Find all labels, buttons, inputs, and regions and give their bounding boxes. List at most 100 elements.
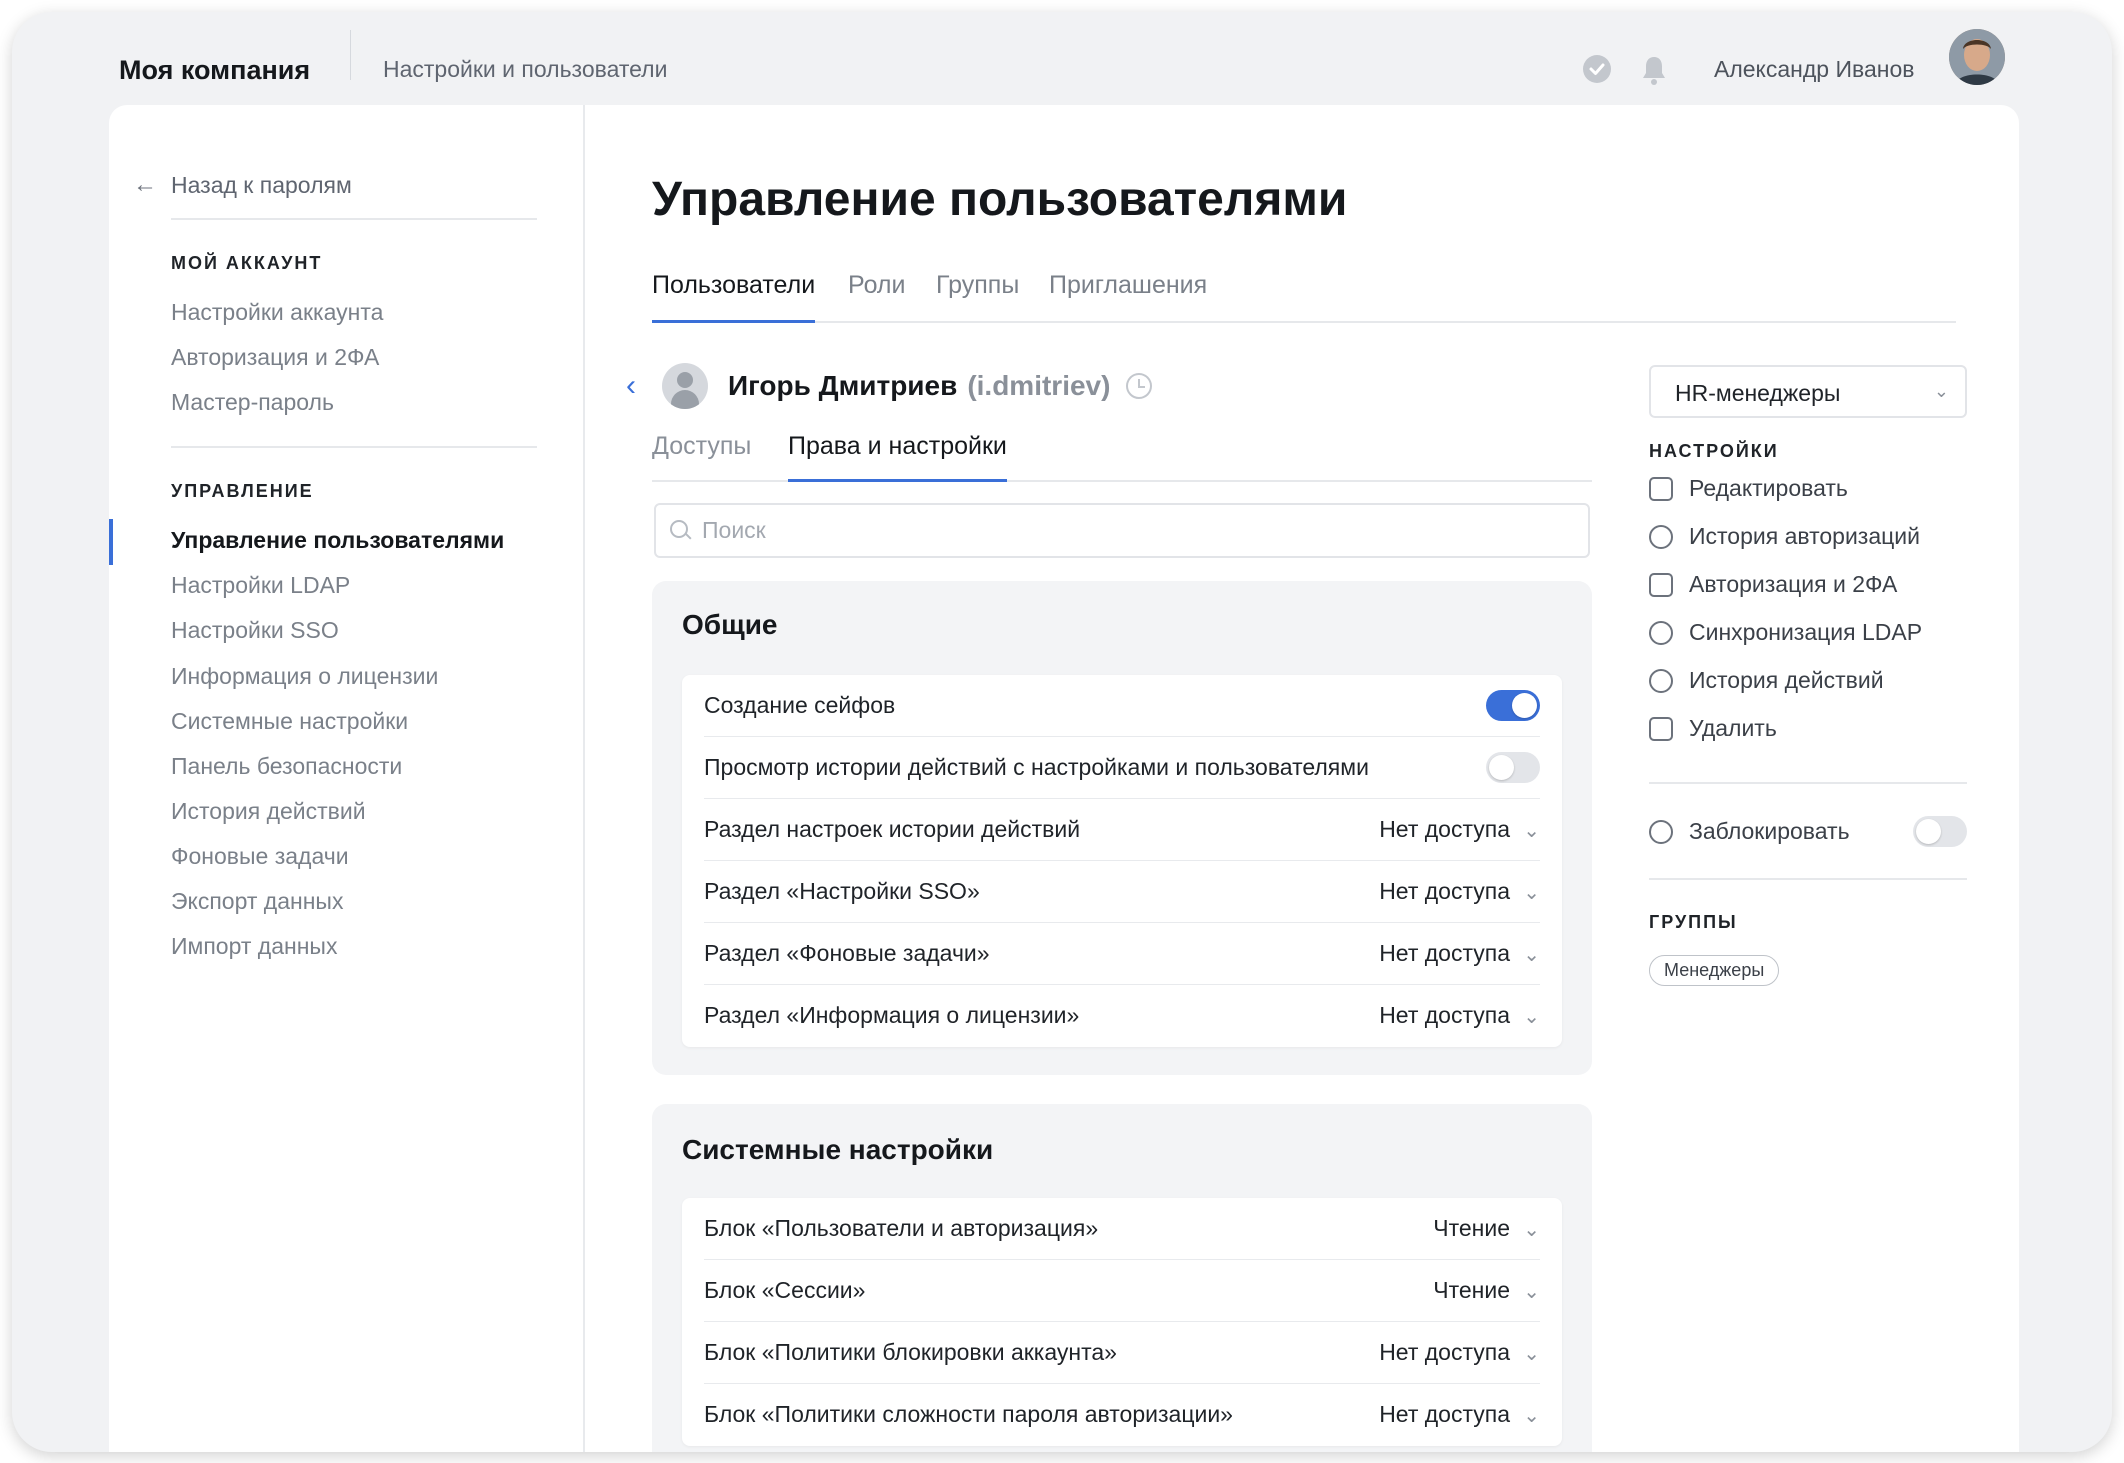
chevron-down-icon[interactable]: ⌄ — [1523, 1403, 1540, 1428]
action-label: Редактировать — [1689, 475, 1848, 501]
permission-value[interactable]: Нет доступа — [1379, 816, 1510, 843]
chevron-down-icon[interactable]: ⌄ — [1523, 1341, 1540, 1366]
company-name[interactable]: Моя компания — [119, 55, 310, 86]
trash-icon — [1649, 716, 1673, 741]
sidebar-item-security-panel[interactable]: Панель безопасности — [171, 753, 402, 780]
permission-value[interactable]: Чтение — [1433, 1277, 1510, 1304]
permission-label: Раздел «Фоновые задачи» — [704, 940, 990, 966]
user-avatar — [662, 363, 708, 409]
user-login: (i.dmitriev) — [967, 370, 1111, 401]
permission-value[interactable]: Нет доступа — [1379, 940, 1510, 967]
block-user-row: Заблокировать — [1649, 818, 1850, 845]
permission-row[interactable]: Раздел «Информация о лицензии» Нет досту… — [704, 985, 1540, 1047]
permissions-group-system: Системные настройки Блок «Пользователи и… — [652, 1104, 1592, 1452]
chevron-down-icon[interactable]: ⌄ — [1523, 1217, 1540, 1242]
tab-roles[interactable]: Роли — [848, 271, 905, 323]
sidebar-item-data-import[interactable]: Импорт данных — [171, 933, 337, 960]
action-label: Авторизация и 2ФА — [1689, 571, 1898, 597]
sidebar-item-user-management[interactable]: Управление пользователями — [171, 527, 504, 554]
permission-value[interactable]: Нет доступа — [1379, 878, 1510, 905]
permission-value[interactable]: Чтение — [1433, 1215, 1510, 1242]
permission-label: Раздел «Информация о лицензии» — [704, 1002, 1080, 1028]
permission-row[interactable]: Блок «Политики блокировки аккаунта» Нет … — [704, 1322, 1540, 1384]
permission-row: Просмотр истории действий с настройками … — [704, 737, 1540, 799]
auth-2fa-action[interactable]: Авторизация и 2ФА — [1649, 571, 1897, 598]
sidebar-item-auth-2fa[interactable]: Авторизация и 2ФА — [171, 344, 379, 371]
main-card: ← Назад к паролям МОЙ АККАУНТ Настройки … — [109, 105, 2019, 1452]
permission-value[interactable]: Нет доступа — [1379, 1401, 1510, 1428]
permission-row[interactable]: Блок «Пользователи и авторизация» Чтение… — [704, 1198, 1540, 1260]
sidebar-item-license[interactable]: Информация о лицензии — [171, 663, 438, 690]
search-input[interactable] — [702, 517, 1562, 544]
permissions-list: Блок «Пользователи и авторизация» Чтение… — [682, 1198, 1562, 1446]
sidebar-item-sso[interactable]: Настройки SSO — [171, 617, 339, 644]
current-user-name[interactable]: Александр Иванов — [1714, 56, 1914, 83]
search-icon — [670, 519, 692, 542]
back-to-passwords-link[interactable]: ← Назад к паролям — [133, 171, 352, 199]
block-label: Заблокировать — [1689, 818, 1850, 844]
auth-history-action[interactable]: История авторизаций — [1649, 523, 1920, 550]
bell-icon[interactable] — [1639, 54, 1669, 86]
app-window: Моя компания Настройки и пользователи Ал… — [12, 12, 2112, 1452]
tab-users[interactable]: Пользователи — [652, 271, 816, 323]
sidebar-item-background-tasks[interactable]: Фоновые задачи — [171, 843, 349, 870]
permission-label: Создание сейфов — [704, 692, 896, 718]
tab-invitations[interactable]: Приглашения — [1049, 271, 1207, 323]
group-title: Общие — [682, 609, 778, 640]
avatar[interactable] — [1949, 29, 2005, 85]
sidebar-item-action-history[interactable]: История действий — [171, 798, 366, 825]
clock-icon — [1649, 668, 1673, 693]
action-label: История авторизаций — [1689, 523, 1920, 549]
permission-toggle[interactable] — [1486, 752, 1540, 783]
action-label: Синхронизация LDAP — [1689, 619, 1923, 645]
role-select[interactable]: HR-менеджеры ⌄ — [1649, 365, 1967, 418]
chevron-down-icon[interactable]: ⌄ — [1523, 1279, 1540, 1304]
section-title: Настройки и пользователи — [383, 56, 668, 82]
subtab-rights-settings[interactable]: Права и настройки — [788, 432, 1007, 482]
block-toggle[interactable] — [1913, 816, 1967, 847]
action-label: История действий — [1689, 667, 1884, 693]
delete-action[interactable]: Удалить — [1649, 715, 1777, 742]
chevron-down-icon[interactable]: ⌄ — [1523, 880, 1540, 905]
tab-groups[interactable]: Группы — [936, 271, 1019, 323]
group-chip[interactable]: Менеджеры — [1649, 955, 1780, 986]
action-history-action[interactable]: История действий — [1649, 667, 1884, 694]
settings-heading: НАСТРОЙКИ — [1649, 441, 1779, 461]
sidebar-divider — [171, 218, 537, 220]
chevron-down-icon[interactable]: ⌄ — [1523, 1004, 1540, 1029]
permission-row[interactable]: Раздел «Фоновые задачи» Нет доступа ⌄ — [704, 923, 1540, 985]
sidebar-item-data-export[interactable]: Экспорт данных — [171, 888, 343, 915]
permission-label: Блок «Политики сложности пароля авториза… — [704, 1401, 1233, 1427]
sidebar-item-account-settings[interactable]: Настройки аккаунта — [171, 299, 383, 326]
permissions-group-general: Общие Создание сейфов Просмотр истории д… — [652, 581, 1592, 1075]
clock-icon[interactable] — [1126, 373, 1153, 399]
permission-row[interactable]: Раздел «Настройки SSO» Нет доступа ⌄ — [704, 861, 1540, 923]
permission-value[interactable]: Нет доступа — [1379, 1339, 1510, 1366]
groups-heading: ГРУППЫ — [1649, 912, 1738, 932]
chevron-left-icon[interactable]: ‹ — [626, 369, 652, 403]
edit-action[interactable]: Редактировать — [1649, 475, 1848, 502]
block-icon — [1649, 819, 1673, 844]
permission-row[interactable]: Блок «Сессии» Чтение ⌄ — [704, 1260, 1540, 1322]
sidebar-item-ldap[interactable]: Настройки LDAP — [171, 572, 350, 599]
chevron-down-icon: ⌄ — [1933, 381, 1949, 401]
permission-row[interactable]: Раздел настроек истории действий Нет дос… — [704, 799, 1540, 861]
active-indicator — [109, 519, 113, 565]
permission-value[interactable]: Нет доступа — [1379, 1002, 1510, 1029]
top-bar: Моя компания Настройки и пользователи Ал… — [12, 12, 2112, 117]
edit-icon — [1649, 476, 1673, 501]
check-icon[interactable] — [1583, 55, 1611, 83]
sidebar-item-master-password[interactable]: Мастер-пароль — [171, 389, 334, 416]
subtab-access[interactable]: Доступы — [652, 432, 751, 482]
chevron-down-icon[interactable]: ⌄ — [1523, 942, 1540, 967]
permission-toggle[interactable] — [1486, 690, 1540, 721]
permission-row: Создание сейфов — [704, 675, 1540, 737]
sidebar-divider — [171, 446, 537, 448]
permission-row[interactable]: Блок «Политики сложности пароля авториза… — [704, 1384, 1540, 1446]
chevron-down-icon[interactable]: ⌄ — [1523, 818, 1540, 843]
permission-label: Раздел «Настройки SSO» — [704, 878, 980, 904]
sidebar-item-system-settings[interactable]: Системные настройки — [171, 708, 408, 735]
permission-label: Блок «Сессии» — [704, 1277, 866, 1303]
sync-icon — [1649, 620, 1673, 645]
ldap-sync-action[interactable]: Синхронизация LDAP — [1649, 619, 1922, 646]
